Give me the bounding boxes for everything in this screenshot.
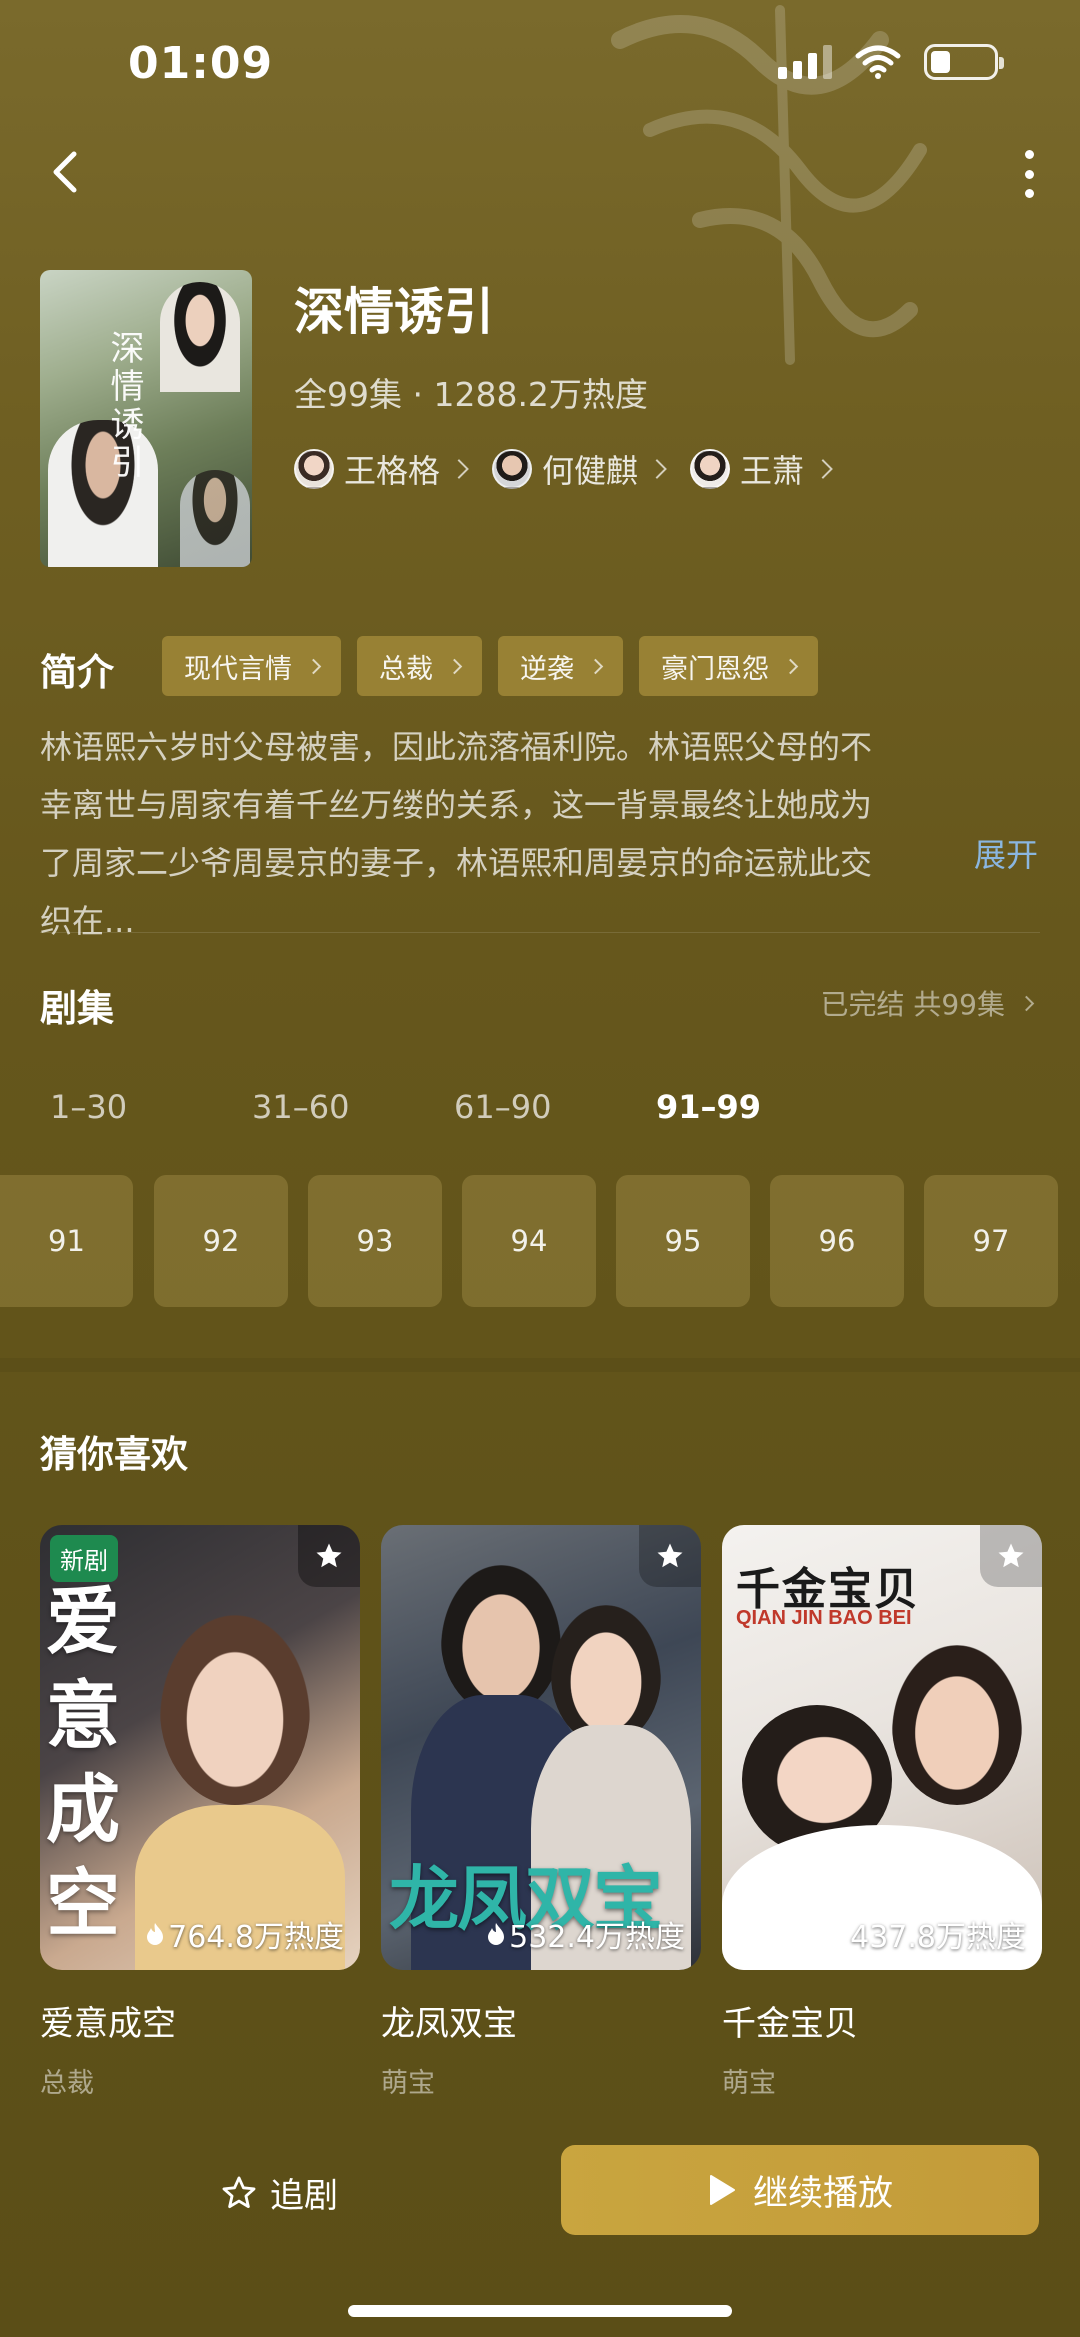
chevron-right-icon	[1018, 995, 1035, 1011]
flame-icon	[147, 1923, 164, 1945]
episodes-heading: 剧集	[40, 987, 114, 1030]
episode-range-tab[interactable]: 1–30	[50, 1088, 252, 1126]
star-icon	[316, 1543, 342, 1568]
episode-range-tab[interactable]: 31–60	[252, 1088, 454, 1126]
chevron-right-icon	[446, 658, 463, 674]
cast-list: 王格格 何健麒 王萧	[294, 446, 833, 492]
episode-range-tab-active[interactable]: 91–99	[656, 1088, 858, 1126]
chevron-left-icon	[53, 151, 77, 193]
recommend-genre: 总裁	[40, 2068, 94, 2099]
cellular-signal-icon	[778, 45, 832, 79]
cast-item[interactable]: 王格格	[294, 446, 469, 492]
avatar	[690, 449, 731, 489]
divider	[40, 932, 1040, 933]
intro-heading: 简介	[40, 651, 114, 694]
recommend-card[interactable]: 千金宝贝 QIAN JIN BAO BEI 437.8万热度 千金宝贝 萌宝	[722, 1525, 1042, 2100]
poster-art-title: 深情诱引	[104, 330, 144, 482]
expand-synopsis-link[interactable]: 展开	[974, 830, 1038, 880]
synopsis-text: 林语熙六岁时父母被害，因此流落福利院。林语熙父母的不幸离世与周家有着千丝万缕的关…	[40, 728, 873, 940]
recommend-cover: 爱意成空 新剧 764.8万热度	[40, 1525, 360, 1970]
drama-poster[interactable]: 深情诱引	[40, 270, 252, 567]
drama-title: 深情诱引	[294, 283, 494, 341]
flame-icon	[829, 1923, 846, 1945]
favorite-star-button[interactable]	[298, 1525, 360, 1587]
continue-play-button[interactable]: 继续播放	[561, 2145, 1039, 2235]
episode-tile[interactable]: 95	[616, 1175, 750, 1307]
recommend-card[interactable]: 爱意成空 新剧 764.8万热度 爱意成空 总裁	[40, 1525, 360, 2100]
chevron-right-icon	[587, 658, 604, 674]
avatar	[492, 449, 533, 489]
avatar	[294, 449, 334, 489]
more-dots-icon	[1024, 150, 1034, 159]
cast-name: 何健麒	[542, 452, 639, 490]
chevron-right-icon	[782, 658, 799, 674]
cast-item[interactable]: 何健麒	[492, 446, 667, 492]
chevron-right-icon	[647, 459, 667, 479]
battery-icon	[924, 44, 1004, 80]
status-bar: 01:09	[0, 0, 1080, 130]
recommend-title: 爱意成空	[40, 2004, 176, 2044]
episode-tile[interactable]: 92	[154, 1175, 288, 1307]
recommend-cover: 龙凤双宝 532.4万热度	[381, 1525, 701, 1970]
episode-range-tab[interactable]: 61–90	[454, 1088, 656, 1126]
wifi-icon	[855, 45, 901, 79]
status-time: 01:09	[128, 38, 274, 89]
recommend-card[interactable]: 龙凤双宝 532.4万热度 龙凤双宝 萌宝	[381, 1525, 701, 2100]
episode-tiles-row: 91 92 93 94 95 96 97	[0, 1175, 1080, 1307]
new-badge: 新剧	[50, 1535, 118, 1582]
cast-item[interactable]: 王萧	[690, 446, 833, 492]
recommend-genre: 萌宝	[722, 2068, 776, 2099]
genre-tag[interactable]: 总裁	[357, 636, 482, 696]
favorite-star-button[interactable]	[980, 1525, 1042, 1587]
favorite-star-button[interactable]	[639, 1525, 701, 1587]
play-icon	[709, 2175, 735, 2205]
cast-name: 王萧	[740, 452, 805, 490]
back-button[interactable]	[40, 142, 90, 202]
episode-tile[interactable]: 91	[0, 1175, 133, 1307]
heat-count: 764.8万热度	[146, 1912, 344, 1956]
episode-range-tabs: 1–30 31–60 61–90 91–99	[50, 1088, 858, 1126]
recommend-title: 龙凤双宝	[381, 2004, 517, 2044]
episode-tile[interactable]: 94	[462, 1175, 596, 1307]
genre-tag[interactable]: 豪门恩怨	[639, 636, 818, 696]
cast-name: 王格格	[344, 452, 441, 490]
home-indicator	[348, 2305, 732, 2317]
star-icon	[657, 1543, 683, 1568]
cover-art-subtitle: QIAN JIN BAO BEI	[736, 1607, 912, 1629]
genre-tag[interactable]: 现代言情	[162, 636, 341, 696]
chevron-right-icon	[813, 459, 833, 479]
recommend-title: 千金宝贝	[722, 2004, 858, 2044]
heat-count: 532.4万热度	[487, 1912, 685, 1956]
episode-tile[interactable]: 96	[770, 1175, 904, 1307]
follow-drama-button[interactable]: 追剧	[220, 2168, 338, 2217]
chevron-right-icon	[449, 459, 469, 479]
genre-tags: 现代言情 总裁 逆袭 豪门恩怨	[162, 636, 818, 696]
status-icons	[778, 44, 1004, 80]
star-outline-icon	[222, 2176, 256, 2208]
cover-art-title: 爱意成空	[46, 1579, 120, 1947]
genre-tag[interactable]: 逆袭	[498, 636, 623, 696]
recommend-genre: 萌宝	[381, 2068, 435, 2099]
episode-tile[interactable]: 93	[308, 1175, 442, 1307]
recommend-heading: 猜你喜欢	[40, 1433, 188, 1476]
more-options-button[interactable]	[1014, 146, 1044, 202]
drama-meta: 全99集 · 1288.2万热度	[294, 375, 648, 414]
star-icon	[998, 1543, 1024, 1568]
episodes-status-link[interactable]: 已完结 共99集	[820, 983, 1035, 1023]
flame-icon	[488, 1923, 505, 1945]
recommend-cover: 千金宝贝 QIAN JIN BAO BEI 437.8万热度	[722, 1525, 1042, 1970]
heat-count: 437.8万热度	[828, 1912, 1026, 1956]
chevron-right-icon	[305, 658, 322, 674]
section-divider	[0, 1358, 1080, 1372]
episode-tile[interactable]: 97	[924, 1175, 1058, 1307]
